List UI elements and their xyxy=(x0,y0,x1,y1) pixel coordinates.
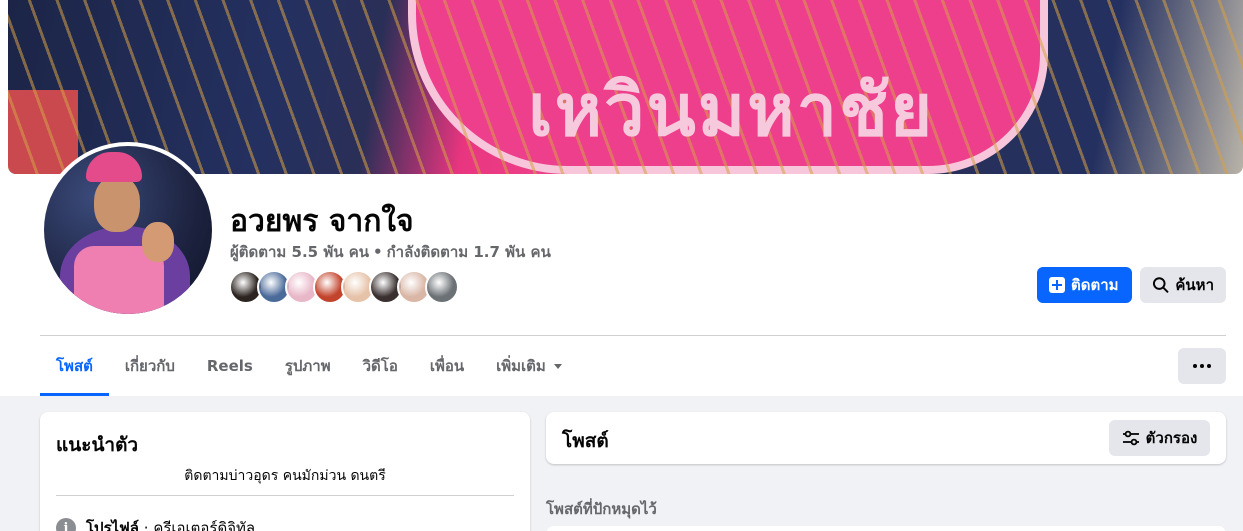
filter-button[interactable]: ตัวกรอง xyxy=(1109,420,1210,456)
avatar-image xyxy=(44,146,212,314)
filter-button-label: ตัวกรอง xyxy=(1145,429,1198,447)
intro-title: แนะนำตัว xyxy=(56,434,139,456)
tab-about-label: เกี่ยวกับ xyxy=(124,357,175,375)
intro-card: แนะนำตัว ติดตามบ่าวอุดร คนมักม่วน ดนตรี … xyxy=(40,412,530,531)
follow-button[interactable]: ติดตาม xyxy=(1037,267,1132,303)
stats-separator: • xyxy=(373,243,383,261)
cover-bib-text: เหวินมหาชัย xyxy=(528,68,935,152)
tab-photos-label: รูปภาพ xyxy=(284,357,331,375)
avatar-cap xyxy=(86,152,142,182)
profile-avatar[interactable] xyxy=(40,142,216,318)
intro-bio: ติดตามบ่าวอุดร คนมักม่วน ดนตรี xyxy=(184,468,386,484)
cover-photo[interactable]: เหวินมหาชัย xyxy=(8,0,1243,174)
tab-reels[interactable]: Reels xyxy=(191,336,269,396)
following-count[interactable]: กำลังติดตาม 1.7 พัน คน xyxy=(387,243,551,261)
tab-videos[interactable]: วิดีโอ xyxy=(347,336,414,396)
info-icon: i xyxy=(56,518,76,531)
tab-friends-label: เพื่อน xyxy=(429,357,465,375)
dot-icon xyxy=(1207,364,1211,368)
caret-down-icon xyxy=(553,363,562,369)
tab-more-label: เพิ่มเติม xyxy=(496,357,546,375)
posts-header-card: โพสต์ ตัวกรอง xyxy=(546,412,1226,464)
tab-friends[interactable]: เพื่อน xyxy=(414,336,480,396)
dot-icon xyxy=(1200,364,1204,368)
tab-posts[interactable]: โพสต์ xyxy=(40,336,109,396)
search-icon xyxy=(1152,277,1169,293)
avatar-hand xyxy=(142,222,174,262)
tab-posts-label: โพสต์ xyxy=(56,357,93,375)
search-button-label: ค้นหา xyxy=(1175,276,1214,294)
search-button[interactable]: ค้นหา xyxy=(1140,267,1226,303)
friend-avatars xyxy=(229,270,459,304)
intro-row-label: โปรไฟล์ xyxy=(86,519,139,531)
posts-title: โพสต์ xyxy=(562,430,609,452)
intro-profile-row: i โปรไฟล์ · ครีเอเตอร์ดิจิทัล xyxy=(56,516,255,531)
pinned-posts-label: โพสต์ที่ปักหมุดไว้ xyxy=(546,500,657,518)
profile-name: อวยพร จากใจ xyxy=(230,204,414,239)
intro-row-value: ครีเอเตอร์ดิจิทัล xyxy=(153,519,256,531)
followers-count[interactable]: ผู้ติดตาม 5.5 พัน คน xyxy=(230,243,369,261)
pinned-post-card xyxy=(546,526,1226,531)
profile-header: เหวินมหาชัย อวยพร จากใจ ผู้ติดตาม 5.5 พั… xyxy=(0,0,1243,396)
tab-reels-label: Reels xyxy=(206,357,253,375)
filter-icon xyxy=(1122,430,1139,446)
avatar-face xyxy=(94,176,140,232)
friend-avatar[interactable] xyxy=(425,270,459,304)
tab-about[interactable]: เกี่ยวกับ xyxy=(109,336,191,396)
tab-more[interactable]: เพิ่มเติม xyxy=(480,336,578,396)
more-options-button[interactable] xyxy=(1178,348,1226,384)
tab-photos[interactable]: รูปภาพ xyxy=(269,336,347,396)
follow-plus-icon xyxy=(1049,277,1065,293)
profile-stats: ผู้ติดตาม 5.5 พัน คน • กำลังติดตาม 1.7 พัน… xyxy=(230,240,551,264)
follow-button-label: ติดตาม xyxy=(1071,276,1119,294)
dot-icon xyxy=(1193,364,1197,368)
tab-videos-label: วิดีโอ xyxy=(362,357,398,375)
profile-tabs: โพสต์ เกี่ยวกับ Reels รูปภาพ วิดีโอ เพื่… xyxy=(40,336,578,396)
intro-divider xyxy=(56,495,514,496)
